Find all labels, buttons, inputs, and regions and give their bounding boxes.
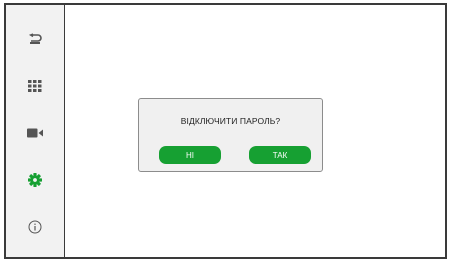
video-button[interactable]	[6, 117, 64, 149]
keypad-button[interactable]	[6, 70, 64, 102]
confirm-dialog: ВІДКЛЮЧИТИ ПАРОЛЬ? НІ ТАК	[138, 98, 323, 172]
video-camera-icon	[27, 128, 43, 138]
sidebar	[6, 5, 65, 257]
info-button[interactable]	[6, 211, 64, 243]
screen-frame: ВІДКЛЮЧИТИ ПАРОЛЬ? НІ ТАК	[4, 3, 447, 259]
no-button[interactable]: НІ	[159, 146, 221, 164]
settings-button[interactable]	[6, 164, 64, 196]
gear-icon	[28, 173, 42, 187]
back-button[interactable]	[6, 23, 64, 55]
yes-button[interactable]: ТАК	[249, 146, 311, 164]
keypad-grid-icon	[28, 80, 42, 92]
dialog-title: ВІДКЛЮЧИТИ ПАРОЛЬ?	[180, 116, 281, 126]
back-arrow-icon	[28, 33, 42, 44]
info-icon	[28, 220, 42, 234]
